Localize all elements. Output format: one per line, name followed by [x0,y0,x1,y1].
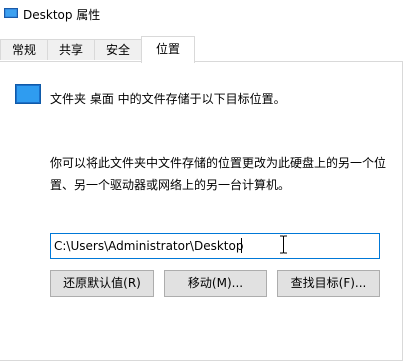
tab-strip: 常规 共享 安全 位置 [0,36,407,63]
window-title: Desktop 属性 [23,8,101,22]
text-caret [241,238,242,253]
restore-default-button[interactable]: 还原默认值(R) [50,270,154,297]
tab-general[interactable]: 常规 [0,39,48,60]
tab-sharing[interactable]: 共享 [47,39,95,60]
ibeam-cursor-icon [280,235,287,254]
title-bar: Desktop 属性 [0,0,407,28]
tab-security[interactable]: 安全 [94,39,142,60]
location-info-text: 文件夹 桌面 中的文件存储于以下目标位置。 [50,92,286,106]
find-target-button[interactable]: 查找目标(F)... [277,270,380,297]
tab-location[interactable]: 位置 [141,36,195,63]
desktop-folder-icon [15,84,41,104]
folder-icon [4,8,18,18]
path-input[interactable] [50,233,380,259]
location-description: 你可以将此文件夹中文件存储的位置更改为此硬盘上的另一个位置、另一个驱动器或网络上… [50,156,387,192]
move-button[interactable]: 移动(M)... [164,270,267,297]
